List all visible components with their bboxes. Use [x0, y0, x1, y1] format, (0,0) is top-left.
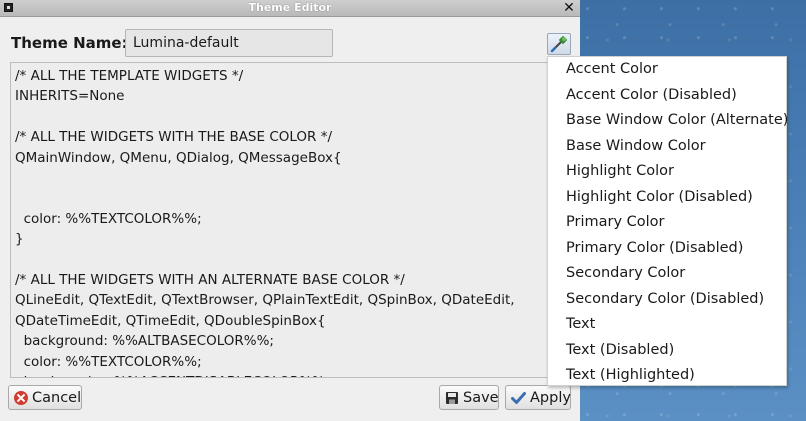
color-picker-icon [550, 35, 568, 53]
insert-color-button[interactable] [547, 33, 571, 55]
stylesheet-text: /* ALL THE TEMPLATE WIDGETS */ INHERITS=… [15, 68, 515, 377]
menu-item-highlight-color-disabled[interactable]: Highlight Color (Disabled) [548, 185, 786, 210]
menu-item-accent-color-disabled[interactable]: Accent Color (Disabled) [548, 83, 786, 108]
close-icon[interactable]: ✕ [562, 0, 576, 16]
menu-item-primary-color-disabled[interactable]: Primary Color (Disabled) [548, 236, 786, 261]
menu-item-secondary-color[interactable]: Secondary Color [548, 261, 786, 286]
stylesheet-editor[interactable]: /* ALL THE TEMPLATE WIDGETS */ INHERITS=… [10, 62, 548, 378]
save-button-label: Save [463, 389, 499, 406]
save-icon [446, 391, 458, 404]
menu-item-secondary-color-disabled[interactable]: Secondary Color (Disabled) [548, 287, 786, 312]
cancel-icon [14, 390, 28, 405]
menu-item-accent-color[interactable]: Accent Color [548, 57, 786, 82]
menu-item-text[interactable]: Text [548, 312, 786, 337]
menu-item-text-disabled[interactable]: Text (Disabled) [548, 338, 786, 363]
menu-item-primary-color[interactable]: Primary Color [548, 210, 786, 235]
save-button[interactable]: Save [439, 385, 499, 410]
window-title: Theme Editor [248, 1, 332, 14]
checkmark-icon [511, 391, 526, 404]
menu-item-text-highlighted[interactable]: Text (Highlighted) [548, 363, 786, 388]
cancel-button-label: Cancel [32, 389, 82, 406]
menu-item-base-window-color[interactable]: Base Window Color [548, 134, 786, 159]
theme-name-input[interactable] [125, 29, 333, 57]
title-bar[interactable]: Theme Editor ✕ [0, 0, 580, 17]
menu-item-base-window-color-alternate[interactable]: Base Window Color (Alternate) [548, 108, 788, 133]
theme-editor-window: Theme Editor ✕ Theme Name: /* ALL THE TE… [0, 0, 580, 421]
apply-button-label: Apply [530, 389, 571, 406]
apply-button[interactable]: Apply [505, 385, 571, 410]
menu-item-highlight-color[interactable]: Highlight Color [548, 159, 786, 184]
theme-name-label: Theme Name: [11, 34, 128, 52]
color-menu: Accent Color Accent Color (Disabled) Bas… [547, 56, 788, 388]
cancel-button[interactable]: Cancel [8, 385, 82, 410]
